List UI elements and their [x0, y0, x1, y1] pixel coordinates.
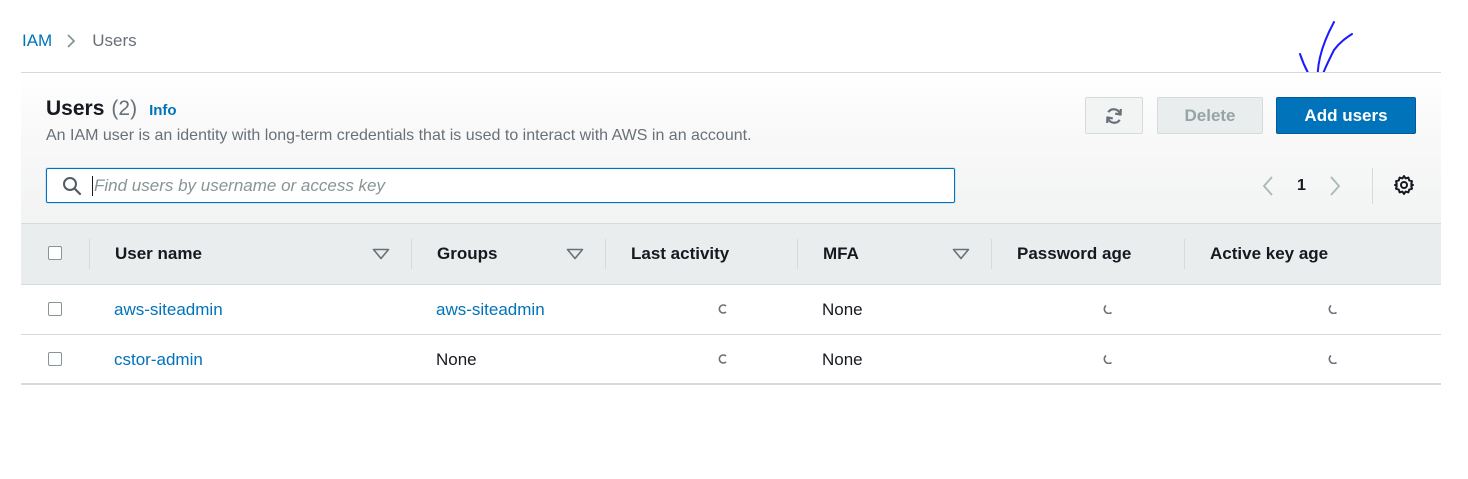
chevron-left-icon[interactable]	[1261, 175, 1275, 197]
column-header-password-age[interactable]: Password age	[1017, 224, 1131, 284]
select-all-checkbox[interactable]	[48, 246, 62, 260]
breadcrumb: IAM Users	[22, 30, 137, 52]
title-row: Users (2) Info	[46, 97, 177, 121]
table-row: cstor-admin None None	[21, 335, 1441, 385]
search-input[interactable]	[92, 175, 914, 196]
pagination: 1	[1261, 172, 1342, 200]
table-row: aws-siteadmin aws-siteadmin None	[21, 285, 1441, 335]
user-name-link[interactable]: cstor-admin	[114, 335, 203, 384]
row-checkbox[interactable]	[48, 302, 62, 316]
gear-icon[interactable]	[1393, 174, 1415, 196]
sort-caret-icon[interactable]	[952, 248, 970, 260]
user-name-link[interactable]: aws-siteadmin	[114, 285, 223, 334]
delete-button[interactable]: Delete	[1157, 97, 1263, 134]
loading-spinner-icon	[718, 354, 728, 364]
column-divider	[991, 239, 992, 269]
page-title: Users	[46, 97, 105, 120]
page-description: An IAM user is an identity with long-ter…	[46, 127, 752, 144]
loading-spinner-icon	[1328, 354, 1338, 364]
column-header-mfa[interactable]: MFA	[823, 224, 859, 284]
column-divider	[89, 239, 90, 269]
group-link[interactable]: aws-siteadmin	[436, 285, 545, 334]
refresh-button[interactable]	[1085, 97, 1143, 134]
breadcrumb-current: Users	[92, 31, 137, 50]
column-divider	[411, 239, 412, 269]
users-table-container: Users (2) Info An IAM user is an identit…	[21, 72, 1441, 385]
sort-caret-icon[interactable]	[566, 248, 584, 260]
column-header-user-name[interactable]: User name	[115, 224, 202, 284]
column-divider	[1184, 239, 1185, 269]
chevron-right-icon[interactable]	[1328, 175, 1342, 197]
info-link[interactable]: Info	[149, 102, 177, 119]
add-users-button[interactable]: Add users	[1276, 97, 1416, 134]
column-divider	[797, 239, 798, 269]
sort-caret-icon[interactable]	[372, 248, 390, 260]
column-divider	[605, 239, 606, 269]
mfa-value: None	[822, 349, 863, 369]
row-checkbox[interactable]	[48, 352, 62, 366]
current-page[interactable]: 1	[1297, 177, 1306, 195]
mfa-value: None	[822, 299, 863, 319]
divider	[1372, 168, 1373, 204]
column-header-groups[interactable]: Groups	[437, 224, 497, 284]
table-header-row: User name Groups Last activity MFA Passw…	[21, 224, 1441, 285]
loading-spinner-icon	[1328, 304, 1338, 314]
table-header-panel: Users (2) Info An IAM user is an identit…	[21, 73, 1441, 224]
breadcrumb-iam-link[interactable]: IAM	[22, 31, 52, 51]
search-icon	[62, 176, 82, 196]
user-count: (2)	[111, 97, 138, 120]
column-header-last-activity[interactable]: Last activity	[631, 224, 729, 284]
column-header-active-key-age[interactable]: Active key age	[1210, 224, 1328, 284]
loading-spinner-icon	[1103, 354, 1113, 364]
refresh-icon	[1104, 106, 1124, 126]
loading-spinner-icon	[1103, 304, 1113, 314]
loading-spinner-icon	[718, 304, 728, 314]
group-value: None	[436, 349, 477, 369]
chevron-right-icon	[66, 33, 76, 49]
search-field[interactable]	[46, 168, 955, 203]
